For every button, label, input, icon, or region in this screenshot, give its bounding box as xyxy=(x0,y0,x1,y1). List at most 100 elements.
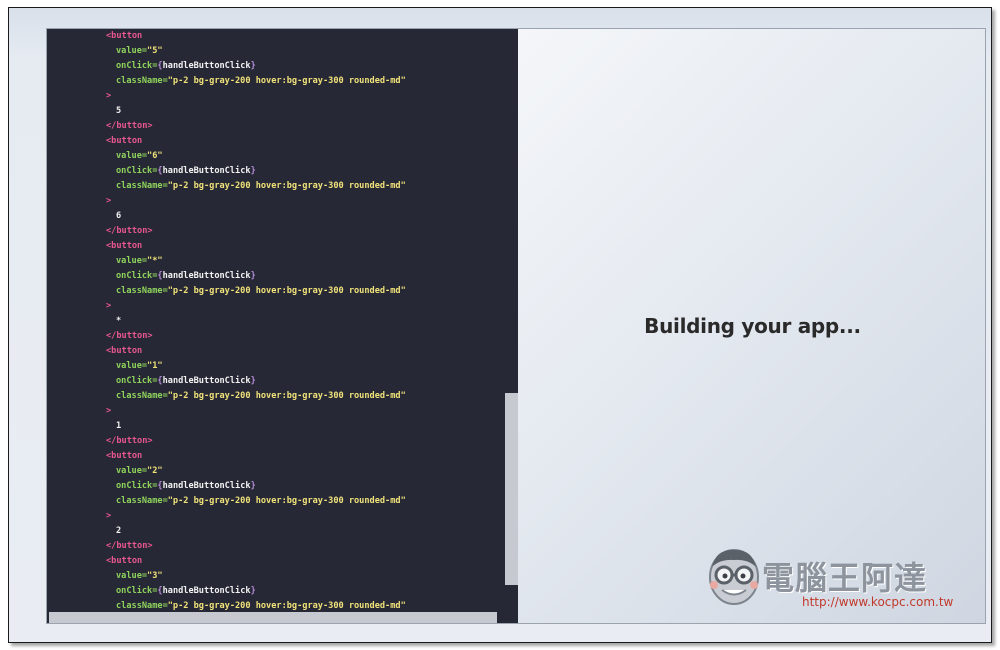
code-line: <button xyxy=(47,134,505,149)
code-line: onClick={handleButtonClick} xyxy=(47,164,505,179)
attr-name: value= xyxy=(116,46,148,56)
brace-close: } xyxy=(250,586,256,596)
code-line: className="p-2 bg-gray-200 hover:bg-gray… xyxy=(47,599,505,611)
handler-name: handleButtonClick xyxy=(162,61,251,71)
handler-name: handleButtonClick xyxy=(162,586,251,596)
attr-name: value= xyxy=(116,571,148,581)
jsx-tag: </button> xyxy=(106,121,153,131)
code-line: onClick={handleButtonClick} xyxy=(47,479,505,494)
jsx-tag: > xyxy=(106,406,112,416)
code-line: onClick={handleButtonClick} xyxy=(47,59,505,74)
jsx-tag: > xyxy=(106,511,112,521)
code-line: 1 xyxy=(47,419,505,434)
attr-name: className= xyxy=(116,496,168,506)
jsx-tag: <button xyxy=(106,31,143,41)
code-line: <button xyxy=(47,554,505,569)
attr-value: "p-2 bg-gray-200 hover:bg-gray-300 round… xyxy=(167,496,406,506)
attr-value: "6" xyxy=(147,151,163,161)
code-line: 6 xyxy=(47,209,505,224)
code-line: > xyxy=(47,194,505,209)
watermark-url: http://www.kocpc.com.tw xyxy=(802,595,954,609)
building-status-text: Building your app... xyxy=(644,314,861,338)
code-line: value="*" xyxy=(47,254,505,269)
code-line: className="p-2 bg-gray-200 hover:bg-gray… xyxy=(47,179,505,194)
jsx-tag: > xyxy=(106,301,112,311)
jsx-text: * xyxy=(116,316,122,326)
attr-value: "3" xyxy=(147,571,163,581)
jsx-tag: </button> xyxy=(106,331,153,341)
attr-name: value= xyxy=(116,466,148,476)
watermark: 電腦王阿達 http://www.kocpc.com.tw xyxy=(704,545,984,615)
attr-value: "p-2 bg-gray-200 hover:bg-gray-300 round… xyxy=(167,286,406,296)
attr-name: className= xyxy=(116,601,168,611)
app-window: <button value="5" onClick={handleButtonCli… xyxy=(46,28,986,624)
screenshot-frame: <button value="5" onClick={handleButtonCli… xyxy=(8,7,992,643)
code-line: 5 xyxy=(47,104,505,119)
jsx-tag: </button> xyxy=(106,226,153,236)
horizontal-scrollbar-thumb[interactable] xyxy=(49,612,497,623)
code-line: className="p-2 bg-gray-200 hover:bg-gray… xyxy=(47,389,505,404)
attr-name: value= xyxy=(116,256,148,266)
attr-name: className= xyxy=(116,181,168,191)
attr-value: "1" xyxy=(147,361,163,371)
code-lines[interactable]: <button value="5" onClick={handleButtonCli… xyxy=(47,29,505,611)
attr-name: onClick= xyxy=(116,61,158,71)
jsx-tag: > xyxy=(106,196,112,206)
code-line: value="5" xyxy=(47,44,505,59)
attr-name: className= xyxy=(116,76,168,86)
code-line: </button> xyxy=(47,329,505,344)
brace-close: } xyxy=(250,271,256,281)
app-preview-pane: Building your app... xyxy=(518,29,985,623)
brace-close: } xyxy=(250,61,256,71)
code-line: className="p-2 bg-gray-200 hover:bg-gray… xyxy=(47,74,505,89)
code-line: <button xyxy=(47,344,505,359)
attr-value: "5" xyxy=(147,46,163,56)
attr-value: "p-2 bg-gray-200 hover:bg-gray-300 round… xyxy=(167,76,406,86)
code-line: <button xyxy=(47,239,505,254)
vertical-scrollbar-thumb[interactable] xyxy=(505,393,518,585)
handler-name: handleButtonClick xyxy=(162,481,251,491)
code-line: onClick={handleButtonClick} xyxy=(47,584,505,599)
jsx-tag: <button xyxy=(106,136,143,146)
code-line: > xyxy=(47,509,505,524)
code-line: className="p-2 bg-gray-200 hover:bg-gray… xyxy=(47,494,505,509)
attr-value: "p-2 bg-gray-200 hover:bg-gray-300 round… xyxy=(167,391,406,401)
attr-value: "2" xyxy=(147,466,163,476)
code-line: > xyxy=(47,89,505,104)
attr-value: "p-2 bg-gray-200 hover:bg-gray-300 round… xyxy=(167,181,406,191)
jsx-text: 1 xyxy=(116,421,122,431)
brace-close: } xyxy=(250,166,256,176)
code-line: 2 xyxy=(47,524,505,539)
attr-name: value= xyxy=(116,361,148,371)
attr-name: onClick= xyxy=(116,376,158,386)
glasses-face-icon xyxy=(709,549,759,605)
code-line: </button> xyxy=(47,539,505,554)
code-line: </button> xyxy=(47,224,505,239)
attr-name: value= xyxy=(116,151,148,161)
code-line: </button> xyxy=(47,119,505,134)
brace-close: } xyxy=(250,376,256,386)
jsx-tag: <button xyxy=(106,346,143,356)
jsx-tag: <button xyxy=(106,451,143,461)
attr-name: onClick= xyxy=(116,166,158,176)
code-line: value="3" xyxy=(47,569,505,584)
attr-value: "p-2 bg-gray-200 hover:bg-gray-300 round… xyxy=(167,601,406,611)
handler-name: handleButtonClick xyxy=(162,166,251,176)
code-line: onClick={handleButtonClick} xyxy=(47,374,505,389)
jsx-text: 2 xyxy=(116,526,122,536)
attr-name: className= xyxy=(116,391,168,401)
jsx-tag: <button xyxy=(106,556,143,566)
code-editor[interactable]: <button value="5" onClick={handleButtonCli… xyxy=(47,29,518,623)
attr-name: onClick= xyxy=(116,481,158,491)
jsx-tag: </button> xyxy=(106,541,153,551)
brace-close: } xyxy=(250,481,256,491)
attr-value: "*" xyxy=(147,256,163,266)
code-line: * xyxy=(47,314,505,329)
jsx-text: 5 xyxy=(116,106,122,116)
jsx-text: 6 xyxy=(116,211,122,221)
jsx-tag: > xyxy=(106,91,112,101)
code-line: value="6" xyxy=(47,149,505,164)
jsx-tag: <button xyxy=(106,241,143,251)
code-line: className="p-2 bg-gray-200 hover:bg-gray… xyxy=(47,284,505,299)
code-line: </button> xyxy=(47,434,505,449)
